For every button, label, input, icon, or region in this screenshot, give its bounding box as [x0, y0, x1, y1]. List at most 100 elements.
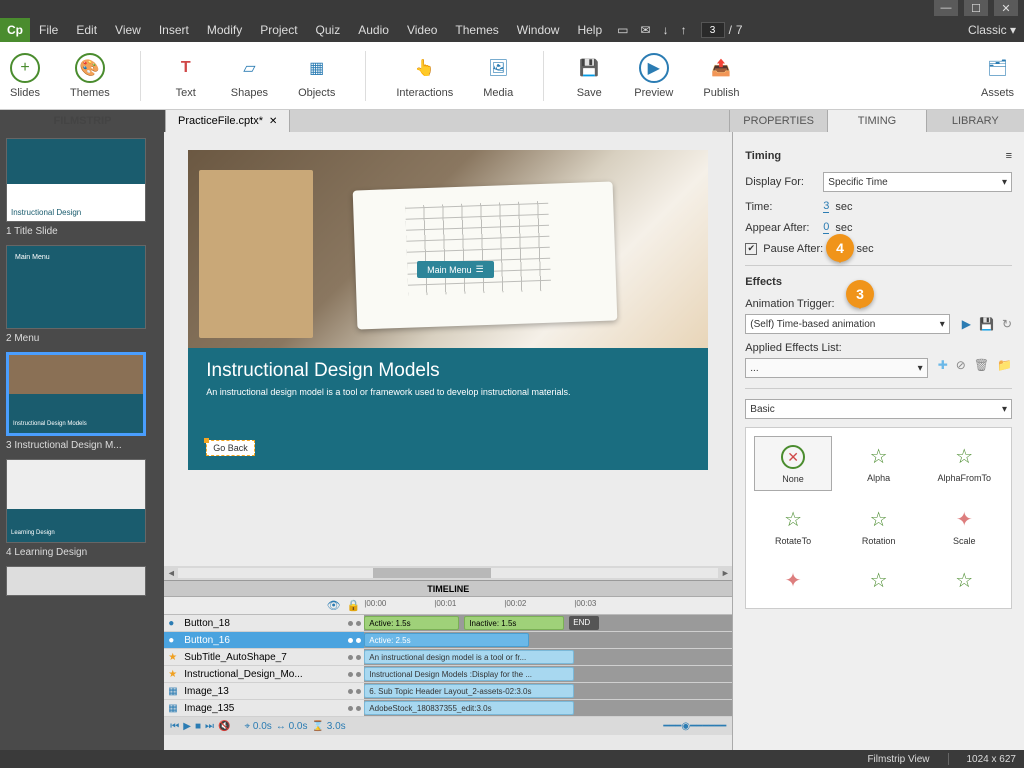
eye-icon[interactable]: 👁: [327, 599, 341, 612]
menu-edit[interactable]: Edit: [67, 23, 106, 37]
goback-button[interactable]: Go Back: [206, 440, 255, 456]
maximize-button[interactable]: ☐: [964, 0, 988, 16]
thumb-preview: Learning Design: [6, 459, 146, 543]
effect-category-select[interactable]: Basic▾: [745, 399, 1012, 419]
objects-icon: ▦: [302, 53, 332, 83]
display-for-select[interactable]: Specific Time▾: [823, 172, 1012, 192]
plus-icon: +: [10, 53, 40, 83]
file-tab[interactable]: PracticeFile.cptx* ✕: [166, 110, 290, 132]
menu-view[interactable]: View: [106, 23, 150, 37]
timeline-row[interactable]: ▦Image_13 6. Sub Topic Header Layout_2-a…: [164, 683, 732, 700]
appear-after-value[interactable]: 0: [823, 221, 829, 234]
menu-help[interactable]: Help: [568, 23, 611, 37]
menu-modify[interactable]: Modify: [198, 23, 251, 37]
ribbon-assets[interactable]: 🗂 Assets: [981, 53, 1014, 99]
button-icon: ●: [168, 618, 180, 629]
lock-icon[interactable]: 🔒: [347, 599, 361, 612]
document-tab-bar: FILMSTRIP PracticeFile.cptx* ✕ PROPERTIE…: [0, 110, 1024, 132]
close-button[interactable]: ✕: [994, 0, 1018, 16]
thumb-5[interactable]: [6, 566, 158, 596]
slide-canvas[interactable]: Main Menu☰ Instructional Design Models A…: [164, 132, 732, 566]
trash-icon[interactable]: 🗑: [974, 358, 989, 378]
thumb-2[interactable]: Main Menu 2 Menu: [6, 245, 158, 344]
ribbon-media[interactable]: 🖼 Media: [483, 53, 513, 99]
applied-select[interactable]: ...▾: [745, 358, 927, 378]
menu-icon[interactable]: ≡: [1006, 150, 1012, 162]
effect-extra1[interactable]: ✦: [754, 560, 832, 600]
effect-scale[interactable]: ✦Scale: [925, 499, 1003, 552]
filmstrip-panel: Instructional Design 1 Title Slide Main …: [0, 132, 164, 750]
menu-audio[interactable]: Audio: [349, 23, 398, 37]
refresh-icon[interactable]: ↻: [1002, 317, 1012, 331]
timeline-row[interactable]: ▦Image_135 AdobeStock_180837355_edit:3.0…: [164, 700, 732, 717]
mail-icon[interactable]: ✉: [635, 23, 657, 37]
workspace-dropdown[interactable]: Classic ▾: [960, 23, 1024, 37]
menu-themes[interactable]: Themes: [446, 23, 507, 37]
filmstrip-tab[interactable]: FILMSTRIP: [0, 110, 166, 132]
sync-up-icon[interactable]: ↑: [675, 23, 693, 37]
minimize-button[interactable]: —: [934, 0, 958, 16]
effect-extra2[interactable]: ☆: [840, 560, 918, 600]
timeline-row[interactable]: ★Instructional_Design_Mo... Instructiona…: [164, 666, 732, 683]
ribbon-publish[interactable]: 📤 Publish: [703, 53, 739, 99]
time-value[interactable]: 3: [823, 200, 829, 213]
add-icon[interactable]: ✚: [938, 358, 948, 378]
play-icon[interactable]: ▶: [183, 721, 191, 732]
folder-icon[interactable]: 📁: [997, 358, 1012, 378]
menu-file[interactable]: File: [30, 23, 67, 37]
effect-rotateto[interactable]: ☆RotateTo: [754, 499, 832, 552]
menu-insert[interactable]: Insert: [150, 23, 198, 37]
scroll-thumb[interactable]: [373, 568, 492, 578]
scroll-right-icon[interactable]: ►: [718, 568, 732, 578]
timeline-row[interactable]: ●Button_16 Active: 2.5s: [164, 632, 732, 649]
timeline-row[interactable]: ●Button_18 Active: 1.5s Inactive: 1.5s E…: [164, 615, 732, 632]
horizontal-scrollbar[interactable]: ◄ ►: [164, 566, 732, 580]
menu-quiz[interactable]: Quiz: [307, 23, 350, 37]
effect-alphafromto[interactable]: ☆AlphaFromTo: [925, 436, 1003, 491]
effect-extra3[interactable]: ☆: [925, 560, 1003, 600]
menu-project[interactable]: Project: [251, 23, 306, 37]
mute-icon[interactable]: 🔇: [218, 721, 230, 732]
effect-alpha[interactable]: ☆Alpha: [840, 436, 918, 491]
ribbon-themes[interactable]: 🎨 Themes: [70, 53, 110, 99]
properties-panel: 4 3 Timing≡ Display For: Specific Time▾ …: [732, 132, 1024, 750]
timeline-row[interactable]: ★SubTitle_AutoShape_7 An instructional d…: [164, 649, 732, 666]
zoom-slider[interactable]: ━━━◉━━━━━━: [663, 721, 726, 732]
ribbon-slides[interactable]: + Slides: [10, 53, 40, 99]
current-slide-input[interactable]: [701, 22, 725, 38]
ribbon-text[interactable]: T Text: [171, 53, 201, 99]
disable-icon[interactable]: ⊘: [956, 358, 966, 378]
ribbon-objects[interactable]: ▦ Objects: [298, 53, 335, 99]
tab-properties[interactable]: PROPERTIES: [729, 110, 827, 132]
close-icon[interactable]: ✕: [269, 116, 277, 127]
main-menu-button[interactable]: Main Menu☰: [417, 261, 494, 278]
timeline-rows: ●Button_18 Active: 1.5s Inactive: 1.5s E…: [164, 615, 732, 717]
tab-library[interactable]: LIBRARY: [926, 110, 1024, 132]
pause-after-checkbox[interactable]: ✔: [745, 243, 757, 255]
effect-none[interactable]: ✕None: [754, 436, 832, 491]
slide-counter: / 7: [693, 22, 751, 38]
play-icon[interactable]: ▶: [962, 317, 971, 331]
tab-timing[interactable]: TIMING: [827, 110, 925, 132]
thumb-4[interactable]: Learning Design 4 Learning Design: [6, 459, 158, 558]
scroll-left-icon[interactable]: ◄: [164, 568, 178, 578]
menu-video[interactable]: Video: [398, 23, 446, 37]
rewind-icon[interactable]: ⏮: [170, 721, 179, 732]
save-icon[interactable]: 💾: [979, 317, 994, 331]
hamburger-icon: ☰: [476, 264, 484, 275]
ribbon-interactions[interactable]: 👆 Interactions: [396, 53, 453, 99]
trigger-select[interactable]: (Self) Time-based animation▾: [745, 314, 949, 334]
ribbon-preview[interactable]: ▶ Preview: [634, 53, 673, 99]
menu-window[interactable]: Window: [508, 23, 569, 37]
thumb-3[interactable]: Instructional Design Models 3 Instructio…: [6, 352, 158, 451]
sync-down-icon[interactable]: ↓: [657, 23, 675, 37]
ribbon-save[interactable]: 💾 Save: [574, 53, 604, 99]
timeline-controls: ⏮ ▶ ■ ⏭ 🔇 ⌖ 0.0s ↔ 0.0s ⌛ 3.0s ━━━◉━━━━━…: [164, 717, 732, 735]
device-preview-icon[interactable]: ▭: [611, 23, 634, 37]
thumb-1[interactable]: Instructional Design 1 Title Slide: [6, 138, 158, 237]
forward-icon[interactable]: ⏭: [205, 721, 214, 732]
stop-icon[interactable]: ■: [195, 721, 201, 732]
effect-rotation[interactable]: ☆Rotation: [840, 499, 918, 552]
assets-icon: 🗂: [982, 53, 1012, 83]
ribbon-shapes[interactable]: ▱ Shapes: [231, 53, 268, 99]
